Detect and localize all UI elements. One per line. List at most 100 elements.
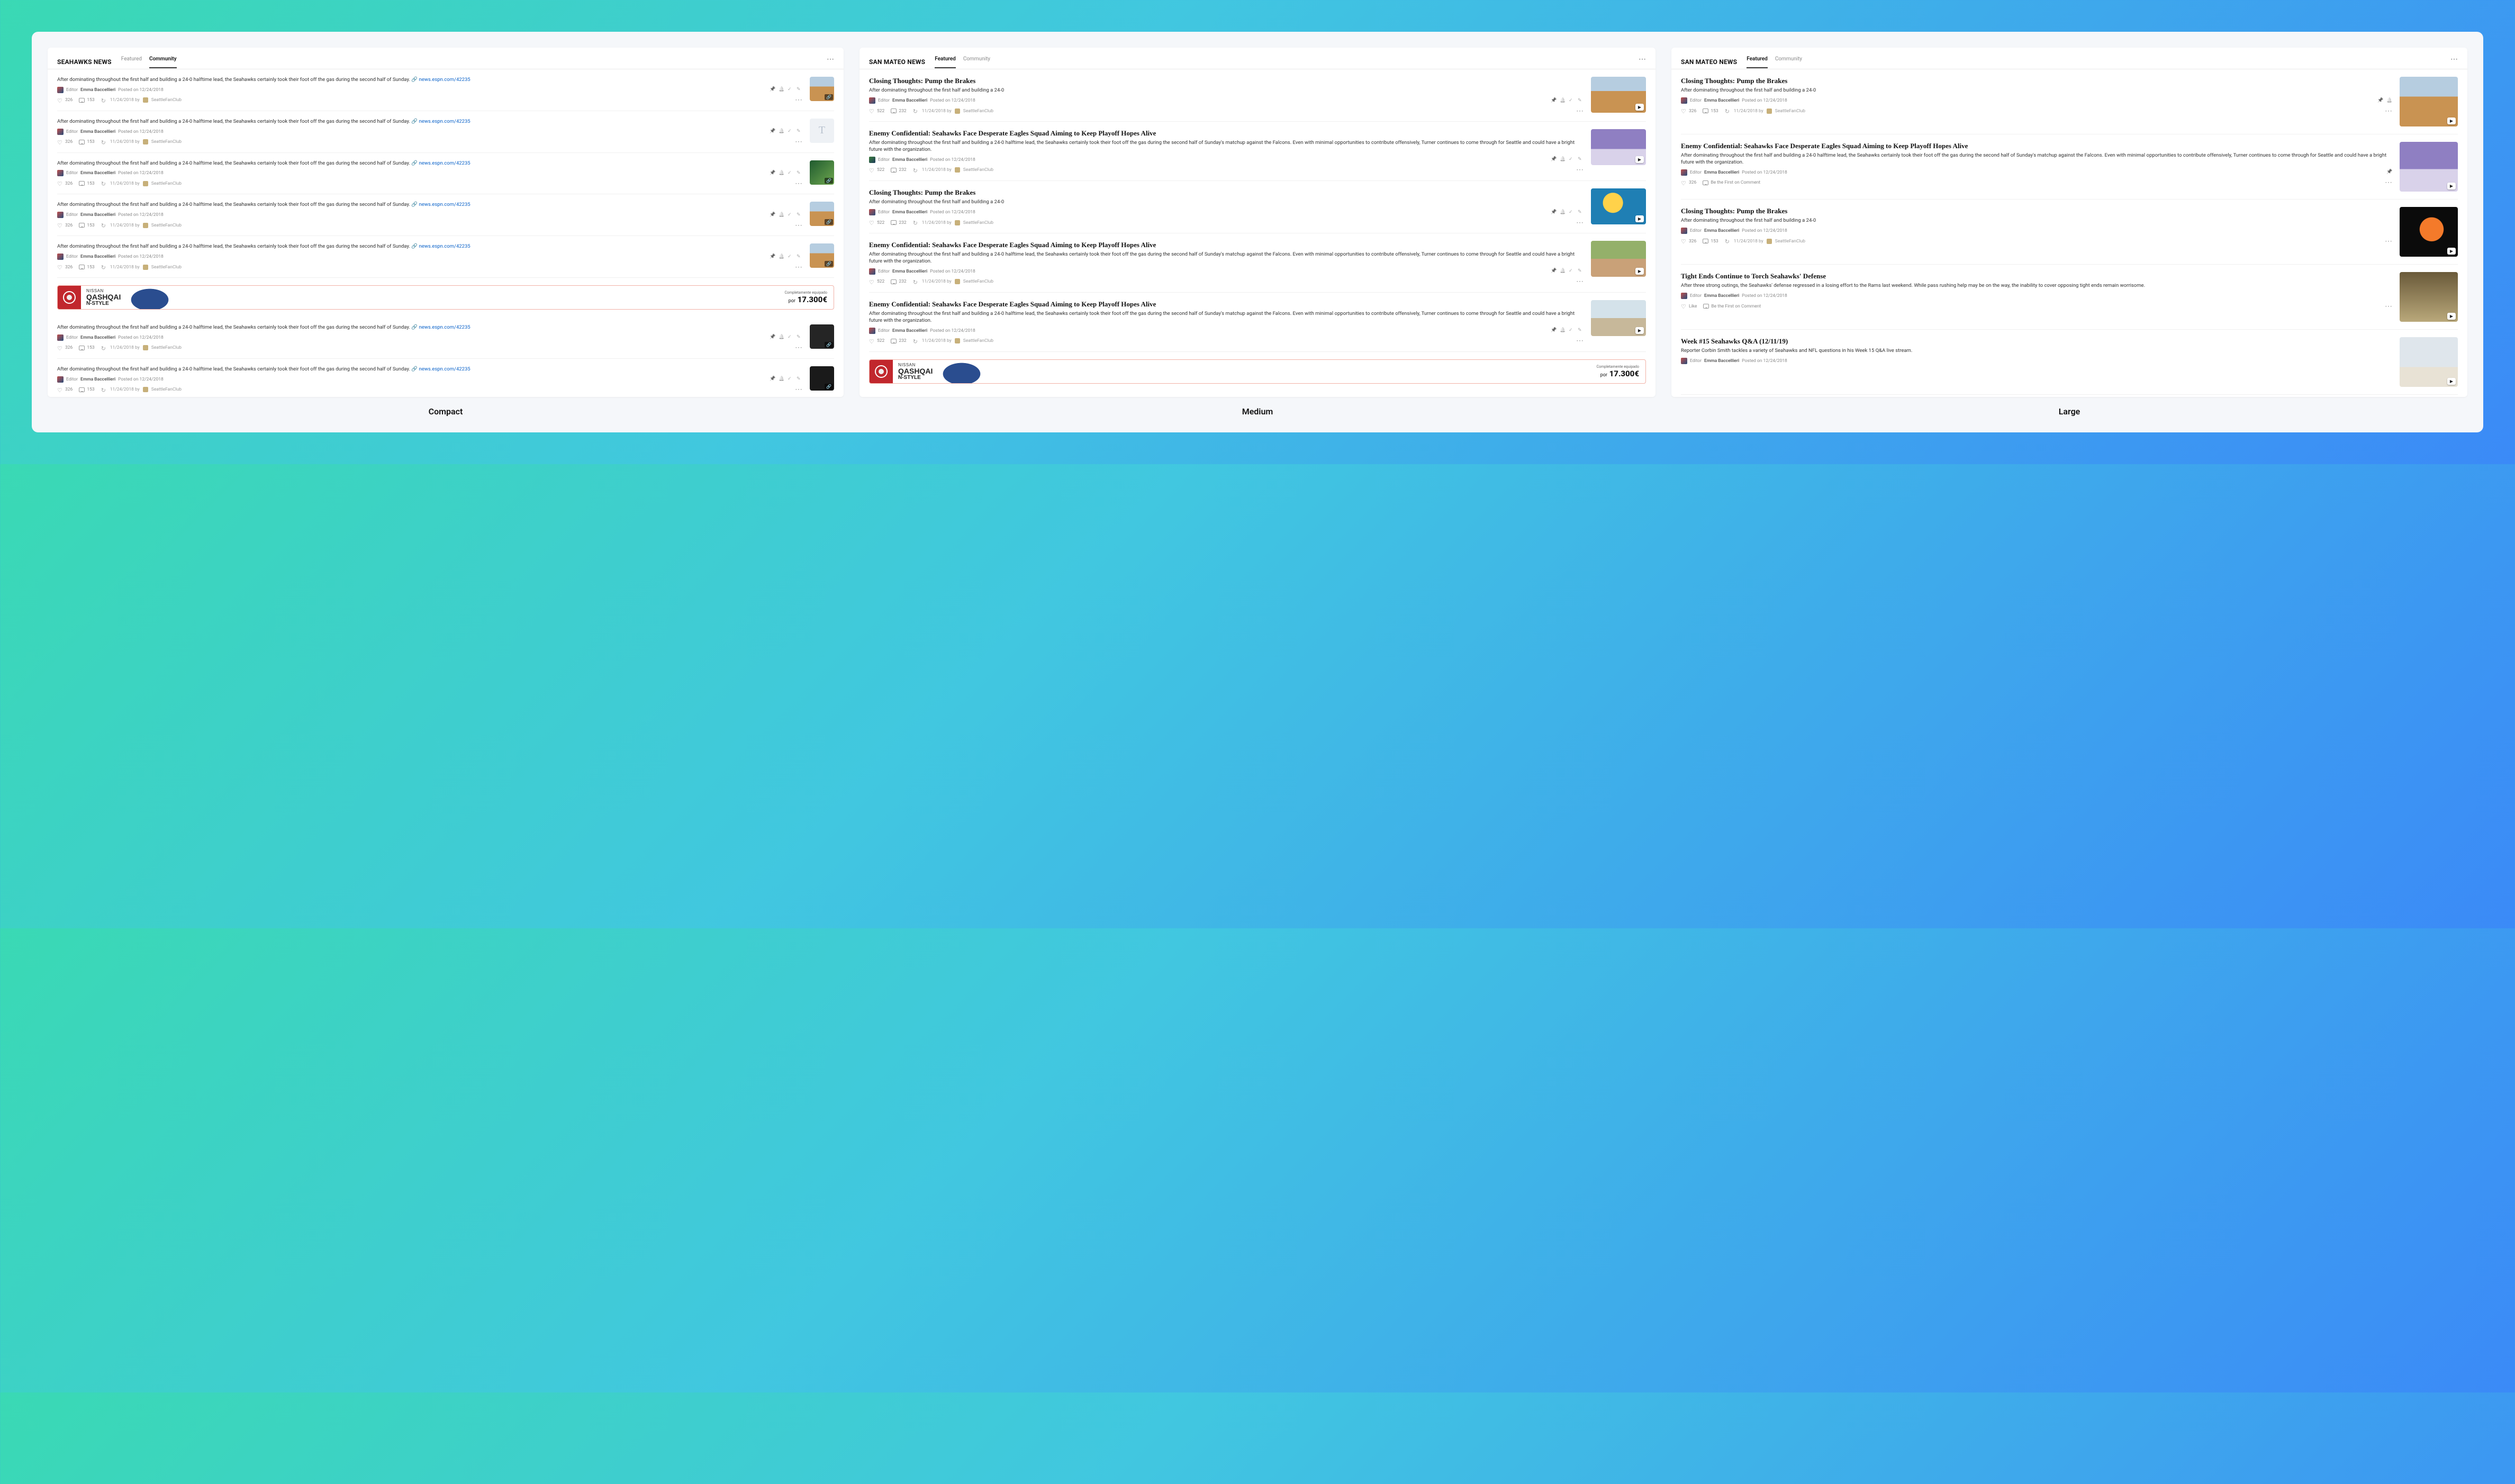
post-card[interactable]: Enemy Confidential: Seahawks Face Desper…	[1681, 134, 2458, 200]
tab-community[interactable]: Community	[1775, 56, 1802, 68]
ad-trim: N-STYLE	[86, 301, 121, 306]
post-card[interactable]: Enemy Confidential: Seahawks Face Desper…	[869, 122, 1646, 181]
remix-icon	[101, 97, 107, 103]
header: SEAHAWKS NEWS Featured Community ⋯	[48, 48, 844, 69]
thumbnail[interactable]	[1591, 300, 1646, 336]
post-title: Closing Thoughts: Pump the Brakes	[869, 77, 1584, 85]
post-excerpt: After dominating throughout the first ha…	[57, 77, 802, 84]
post-card[interactable]: After dominating throughout the first ha…	[57, 359, 834, 397]
thumbnail[interactable]	[1591, 77, 1646, 113]
post-excerpt: After dominating throughout the first ha…	[1681, 87, 2392, 94]
like-stat[interactable]: 326	[57, 97, 73, 103]
panel-large: SAN MATEO NEWS Featured Community ⋯ Clos…	[1671, 48, 2467, 397]
thumbnail[interactable]	[2400, 272, 2458, 322]
pin-icon[interactable]	[770, 87, 775, 93]
bell-icon[interactable]	[779, 87, 784, 93]
comment-icon	[79, 98, 85, 103]
thumbnail[interactable]	[1591, 188, 1646, 224]
ad-model: QASHQAI	[86, 293, 121, 301]
remix-info: 11/24/2018 bySeattleFanClub	[101, 97, 182, 103]
panel-medium: SAN MATEO NEWS Featured Community ⋯ Clos…	[860, 48, 1655, 397]
post-card[interactable]: Closing Thoughts: Pump the Brakes After …	[1681, 69, 2458, 134]
edit-icon[interactable]	[797, 129, 802, 134]
thumbnail[interactable]	[2400, 77, 2458, 126]
thumbnail[interactable]	[810, 324, 834, 349]
variant-label: Compact	[429, 406, 463, 417]
card-more-icon[interactable]: ⋯	[795, 98, 802, 102]
post-card[interactable]: Enemy Confidential: Seahawks Face Desper…	[869, 293, 1646, 352]
link-icon[interactable]: 🔗 news.espn.com/42235	[411, 77, 470, 83]
author-name[interactable]: Emma Baccellieri	[80, 87, 115, 93]
header-title: SEAHAWKS NEWS	[57, 58, 112, 66]
post-card[interactable]: Enemy Confidential: Seahawks Face Desper…	[869, 233, 1646, 293]
thumbnail[interactable]	[2400, 142, 2458, 192]
thumbnail[interactable]	[2400, 337, 2458, 387]
ad-car-image	[126, 286, 174, 309]
like-label: Like	[1689, 304, 1697, 309]
tab-featured[interactable]: Featured	[121, 56, 142, 68]
post-card[interactable]: Closing Thoughts: Pump the Brakes After …	[869, 69, 1646, 122]
ad-price: 17.300€	[798, 295, 827, 304]
post-card[interactable]: Tight Ends Continue to Torch Seahawks' D…	[1681, 265, 2458, 330]
thumbnail[interactable]: T	[810, 119, 834, 143]
posted-label: Posted on 12/24/2018	[118, 87, 164, 93]
tab-featured[interactable]: Featured	[935, 56, 956, 68]
post-card[interactable]: After dominating throughout the first ha…	[57, 317, 834, 359]
post-card[interactable]: After dominating throughout the first ha…	[57, 153, 834, 195]
ad-banner[interactable]: NISSAN QASHQAI N-STYLE Completamente equ…	[57, 285, 834, 310]
thumbnail[interactable]	[810, 366, 834, 391]
check-icon[interactable]	[788, 129, 793, 134]
thumbnail[interactable]	[810, 202, 834, 226]
role-label: Editor	[66, 87, 78, 93]
ad-tagline: Completamente equipado	[784, 291, 827, 295]
ad-logo	[58, 286, 81, 309]
link-icon[interactable]: 🔗 news.espn.com/42235	[411, 119, 470, 124]
variant-medium: SAN MATEO NEWS Featured Community ⋯ Clos…	[860, 48, 1655, 417]
thumbnail[interactable]	[810, 243, 834, 268]
first-comment-label: Be the First on Comment	[1711, 180, 1760, 185]
pin-icon[interactable]	[770, 129, 775, 134]
post-card[interactable]: After dominating throughout the first ha…	[57, 111, 834, 153]
variant-large: SAN MATEO NEWS Featured Community ⋯ Clos…	[1671, 48, 2467, 417]
post-card[interactable]: Week #15 Seahawks Q&A (12/11/19) Reporte…	[1681, 330, 2458, 395]
thumbnail[interactable]	[2400, 207, 2458, 257]
variant-compact: SEAHAWKS NEWS Featured Community ⋯ After…	[48, 48, 844, 417]
header-more-icon[interactable]: ⋯	[1639, 55, 1646, 69]
header-title: SAN MATEO NEWS	[869, 58, 925, 66]
edit-icon[interactable]	[797, 87, 802, 93]
tabs: Featured Community	[121, 56, 817, 68]
thumbnail[interactable]	[810, 77, 834, 101]
byline: Editor Emma Baccellieri Posted on 12/24/…	[57, 87, 802, 93]
thumbnail[interactable]	[810, 160, 834, 185]
post-card[interactable]: Closing Thoughts: Pump the Brakes After …	[869, 181, 1646, 233]
heart-icon	[57, 97, 63, 103]
post-card[interactable]: After dominating throughout the first ha…	[57, 194, 834, 236]
ad-banner[interactable]: NISSAN QASHQAI N-STYLE Completamente equ…	[869, 359, 1646, 384]
comment-stat[interactable]: 153	[79, 97, 94, 103]
thumbnail[interactable]	[1591, 129, 1646, 165]
variant-label: Large	[2059, 406, 2080, 417]
post-card[interactable]: After dominating throughout the first ha…	[57, 236, 834, 278]
design-stage: SEAHAWKS NEWS Featured Community ⋯ After…	[32, 32, 2483, 432]
tab-community[interactable]: Community	[963, 56, 990, 68]
tab-community[interactable]: Community	[149, 56, 177, 68]
header-title: SAN MATEO NEWS	[1681, 58, 1737, 66]
bell-icon[interactable]	[779, 129, 784, 134]
thumbnail[interactable]	[1591, 241, 1646, 277]
post-card[interactable]: After dominating throughout the first ha…	[57, 69, 834, 111]
post-excerpt: After dominating throughout the first ha…	[57, 119, 802, 125]
post-excerpt: After dominating throughout the first ha…	[869, 87, 1584, 94]
post-card[interactable]: Closing Thoughts: Pump the Brakes After …	[1681, 200, 2458, 265]
header-more-icon[interactable]: ⋯	[2450, 55, 2458, 69]
panel-compact: SEAHAWKS NEWS Featured Community ⋯ After…	[48, 48, 844, 397]
variant-label: Medium	[1242, 406, 1273, 417]
check-icon[interactable]	[788, 87, 793, 93]
avatar	[57, 129, 64, 135]
feed: After dominating throughout the first ha…	[48, 69, 844, 397]
stats-row: 326 153 11/24/2018 bySeattleFanClub ⋯	[57, 97, 802, 103]
tab-featured[interactable]: Featured	[1747, 56, 1768, 68]
remix-avatar	[143, 97, 148, 103]
post-title: Closing Thoughts: Pump the Brakes	[1681, 77, 2392, 85]
header-more-icon[interactable]: ⋯	[827, 55, 834, 69]
avatar	[57, 87, 64, 93]
